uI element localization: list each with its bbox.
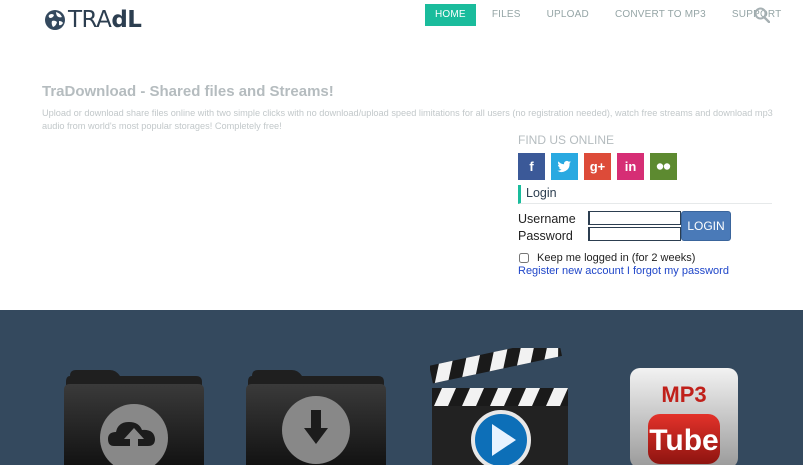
mp3-label: MP3	[661, 382, 706, 407]
username-label: Username	[518, 212, 576, 226]
google-plus-icon[interactable]: g+	[584, 153, 611, 180]
tube-label: Tube	[649, 424, 718, 457]
upload-folder-icon[interactable]	[64, 368, 204, 465]
flickr-icon[interactable]	[650, 153, 677, 180]
social-links: f g+ in	[518, 153, 683, 180]
register-link[interactable]: Register new account	[518, 265, 624, 277]
login-heading: Login	[518, 185, 772, 204]
facebook-icon[interactable]: f	[518, 153, 545, 180]
search-icon[interactable]	[754, 7, 770, 23]
twitter-icon[interactable]	[551, 153, 578, 180]
globe-icon	[45, 10, 65, 30]
nav-home[interactable]: HOME	[425, 4, 476, 26]
keep-logged-row: Keep me logged in (for 2 weeks)	[519, 252, 695, 264]
main-nav: HOME FILES UPLOAD CONVERT TO MP3 SUPPORT	[425, 4, 781, 26]
keep-logged-label: Keep me logged in (for 2 weeks)	[537, 252, 696, 264]
account-links: Register new account I forgot my passwor…	[518, 265, 729, 277]
nav-files[interactable]: FILES	[492, 4, 521, 26]
forgot-password-link[interactable]: I forgot my password	[627, 265, 729, 277]
page-title: TraDownload - Shared files and Streams!	[42, 83, 334, 100]
linkedin-icon[interactable]: in	[617, 153, 644, 180]
mp3-converter-icon[interactable]: MP3 Tube	[630, 368, 738, 465]
keep-logged-checkbox[interactable]	[519, 253, 529, 263]
find-us-heading: FIND US ONLINE	[518, 133, 615, 147]
header: TRAdL HOME FILES UPLOAD CONVERT TO MP3 S…	[0, 0, 803, 38]
password-label: Password	[518, 229, 573, 243]
login-button[interactable]: LOGIN	[681, 211, 731, 241]
site-logo[interactable]: TRAdL	[44, 6, 142, 34]
nav-upload[interactable]: UPLOAD	[547, 4, 589, 26]
download-folder-icon[interactable]	[246, 368, 386, 465]
logo-text: TRAdL	[68, 6, 142, 33]
nav-convert-to-mp3[interactable]: CONVERT TO MP3	[615, 4, 706, 26]
features-band: MP3 Tube	[0, 310, 803, 465]
video-stream-icon[interactable]	[430, 348, 572, 465]
username-input[interactable]	[588, 211, 681, 225]
password-input[interactable]	[588, 227, 681, 241]
intro-description: Upload or download share files online wi…	[42, 108, 773, 131]
